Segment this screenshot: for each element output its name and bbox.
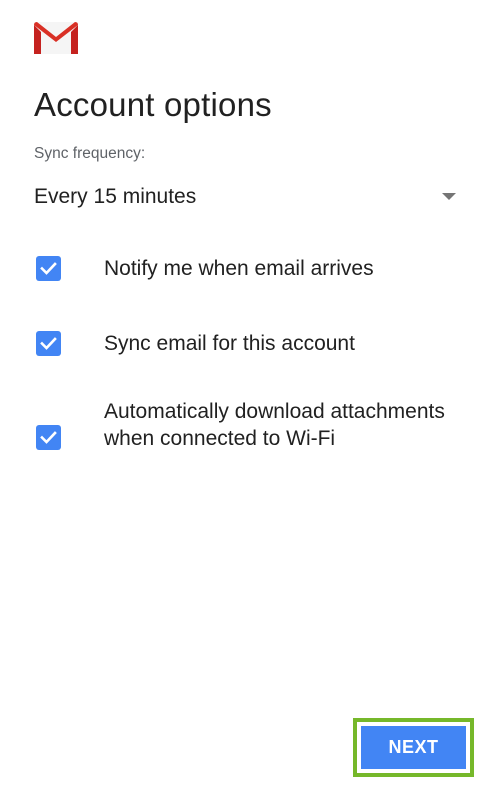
notify-checkbox[interactable] [36, 256, 61, 281]
dropdown-arrow-icon [442, 193, 456, 200]
auto-download-label: Automatically download attachments when … [104, 400, 445, 450]
page-title: Account options [34, 86, 272, 123]
next-button-highlight: NEXT [353, 718, 474, 777]
sync-frequency-dropdown[interactable]: Every 15 minutes [34, 178, 464, 218]
checkmark-icon [40, 431, 57, 444]
option-auto-download[interactable]: Automatically download attachments when … [34, 398, 474, 480]
checkmark-icon [40, 262, 57, 275]
option-sync-email[interactable]: Sync email for this account [34, 331, 474, 359]
sync-frequency-label: Sync frequency: [34, 145, 146, 162]
notify-label: Notify me when email arrives [104, 257, 374, 280]
sync-email-label: Sync email for this account [104, 332, 355, 355]
next-button[interactable]: NEXT [361, 726, 466, 769]
sync-frequency-value: Every 15 minutes [34, 185, 197, 208]
option-notify-email[interactable]: Notify me when email arrives [34, 256, 474, 284]
gmail-logo-icon [34, 22, 78, 54]
auto-download-checkbox[interactable] [36, 425, 61, 450]
sync-email-checkbox[interactable] [36, 331, 61, 356]
checkmark-icon [40, 337, 57, 350]
